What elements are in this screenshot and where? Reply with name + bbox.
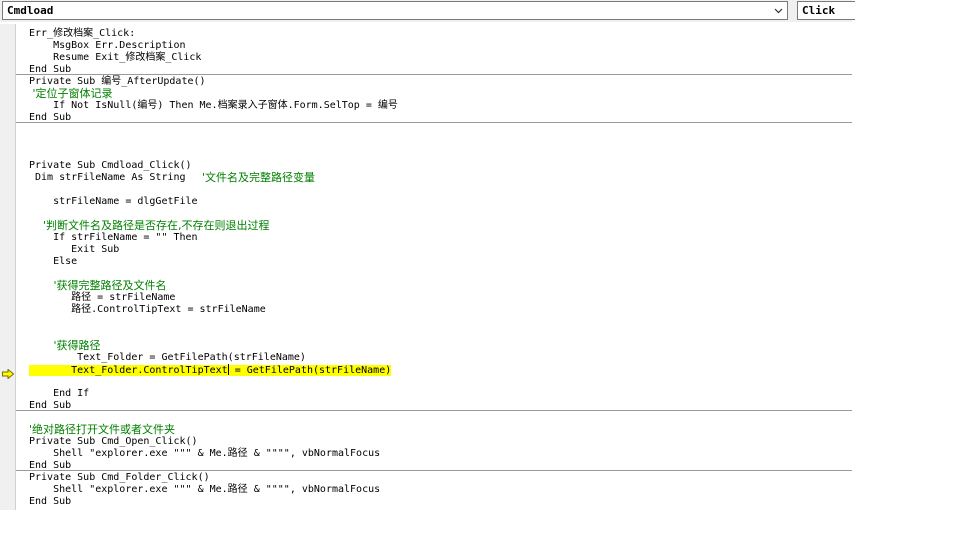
code-line: Private Sub Cmd_Folder_Click() — [29, 472, 210, 483]
code-line: If strFileName = "" Then — [29, 232, 198, 243]
code-line: Exit Sub — [29, 244, 120, 255]
code-comment: '获得完整路径及文件名 — [29, 279, 167, 292]
procedure-dropdown[interactable]: Click — [797, 1, 855, 20]
highlight-part: = GetFilePath(strFileName) — [228, 364, 392, 376]
object-dropdown[interactable]: Cmdload — [2, 1, 788, 20]
code-line: Dim strFileName As String — [29, 172, 186, 183]
chevron-down-icon[interactable] — [771, 3, 786, 18]
margin-indicator-bar[interactable] — [0, 24, 16, 510]
code-pane[interactable]: Err_修改档案_Click: MsgBox Err.Description R… — [16, 24, 852, 510]
code-comment: '判断文件名及路径是否存在,不存在则退出过程 — [29, 219, 270, 232]
code-line: 路径.ControlTipText = strFileName — [29, 304, 266, 315]
code-comment: '获得路径 — [29, 339, 101, 352]
object-dropdown-value: Cmdload — [7, 4, 54, 17]
code-line: Text_Folder = GetFilePath(strFileName) — [29, 352, 306, 363]
code-comment: '文件名及完整路径变量 — [202, 171, 316, 184]
code-line: Shell "explorer.exe """ & Me.路径 & """", … — [29, 484, 381, 495]
code-line: strFileName = dlgGetFile — [29, 196, 198, 207]
code-line: Private Sub Cmdload_Click() — [29, 160, 192, 171]
code-line: 路径 = strFileName — [29, 292, 176, 303]
procedure-separator — [16, 470, 852, 471]
code-line: If Not IsNull(编号) Then Me.档案录入子窗体.Form.S… — [29, 100, 398, 111]
procedure-separator — [16, 410, 852, 411]
code-line: End If — [29, 388, 90, 399]
code-editor[interactable]: Err_修改档案_Click: MsgBox Err.Description R… — [0, 24, 852, 510]
highlight-part: Text_Folder.ControlTipText — [29, 364, 228, 376]
code-line: MsgBox Err.Description — [29, 40, 186, 51]
procedure-dropdown-value: Click — [802, 4, 836, 17]
current-execution-line: Text_Folder.ControlTipText = GetFilePath… — [29, 364, 392, 376]
code-line: End Sub — [29, 496, 72, 507]
code-line: Private Sub Cmd_Open_Click() — [29, 436, 198, 447]
execution-arrow-icon — [2, 364, 15, 383]
code-line: Else — [29, 256, 78, 267]
procedure-separator — [16, 74, 852, 75]
code-window-toolbar: Cmdload Click — [0, 0, 855, 22]
code-line: Shell "explorer.exe """ & Me.路径 & """", … — [29, 448, 381, 459]
code-line: Resume Exit_修改档案_Click — [29, 52, 202, 63]
procedure-separator — [16, 122, 852, 123]
code-comment: '绝对路径打开文件或者文件夹 — [29, 423, 176, 436]
code-comment: '定位子窗体记录 — [29, 87, 113, 100]
code-line: Err_修改档案_Click: — [29, 28, 136, 39]
